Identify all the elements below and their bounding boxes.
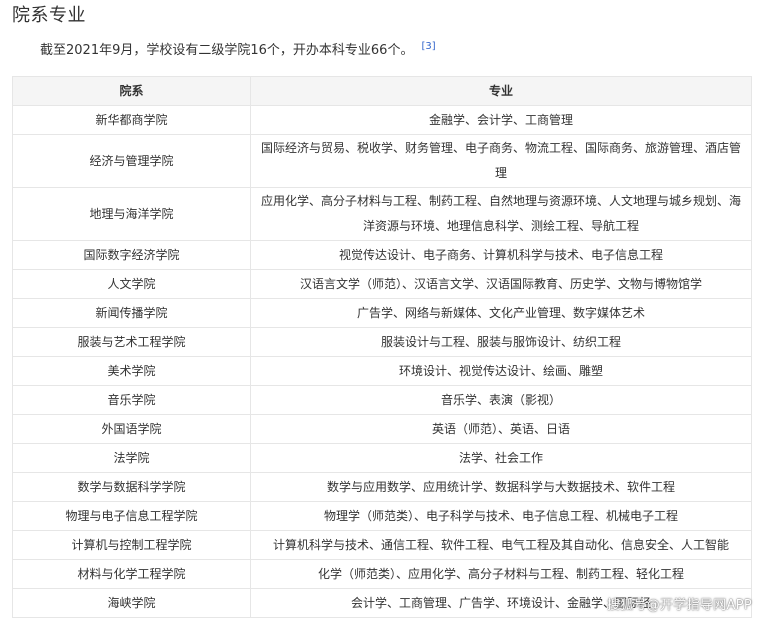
college-cell: 外国语学院 [12,414,251,444]
college-cell: 美术学院 [12,356,251,386]
table-row: 新华都商学院 金融学、会计学、工商管理 [12,105,752,135]
majors-cell: 应用化学、高分子材料与工程、制药工程、自然地理与资源环境、人文地理与城乡规划、海… [250,187,752,241]
college-cell: 数学与数据科学学院 [12,472,251,502]
table-row: 外国语学院 英语（师范）、英语、日语 [12,414,752,444]
majors-cell: 物理学（师范类）、电子科学与技术、电子信息工程、机械电子工程 [250,501,752,531]
majors-cell: 汉语言文学（师范）、汉语言文学、汉语国际教育、历史学、文物与博物馆学 [250,269,752,299]
intro-text: 截至2021年9月，学校设有二级学院16个，开办本科专业66个。 [40,43,414,58]
table-row: 新闻传播学院 广告学、网络与新媒体、文化产业管理、数字媒体艺术 [12,298,752,328]
college-cell: 物理与电子信息工程学院 [12,501,251,531]
college-cell: 国际数字经济学院 [12,240,251,270]
table-row: 音乐学院 音乐学、表演（影视） [12,385,752,415]
majors-cell: 国际经济与贸易、税收学、财务管理、电子商务、物流工程、国际商务、旅游管理、酒店管… [250,134,752,188]
column-header-majors: 专业 [250,76,752,106]
majors-cell: 数学与应用数学、应用统计学、数据科学与大数据技术、软件工程 [250,472,752,502]
majors-cell: 英语（师范）、英语、日语 [250,414,752,444]
college-cell: 新闻传播学院 [12,298,251,328]
majors-table: 院系 专业 新华都商学院 金融学、会计学、工商管理 经济与管理学院 国际经济与贸… [12,76,752,618]
majors-cell: 环境设计、视觉传达设计、绘画、雕塑 [250,356,752,386]
table-row: 数学与数据科学学院 数学与应用数学、应用统计学、数据科学与大数据技术、软件工程 [12,472,752,502]
majors-cell: 化学（师范类）、应用化学、高分子材料与工程、制药工程、轻化工程 [250,559,752,589]
majors-cell: 计算机科学与技术、通信工程、软件工程、电气工程及其自动化、信息安全、人工智能 [250,530,752,560]
college-cell: 地理与海洋学院 [12,187,251,241]
table-row: 材料与化学工程学院 化学（师范类）、应用化学、高分子材料与工程、制药工程、轻化工… [12,559,752,589]
college-cell: 服装与艺术工程学院 [12,327,251,357]
table-row: 地理与海洋学院 应用化学、高分子材料与工程、制药工程、自然地理与资源环境、人文地… [12,187,752,241]
table-row: 人文学院 汉语言文学（师范）、汉语言文学、汉语国际教育、历史学、文物与博物馆学 [12,269,752,299]
majors-cell: 服装设计与工程、服装与服饰设计、纺织工程 [250,327,752,357]
citation-link[interactable]: [3] [421,41,435,52]
table-row: 计算机与控制工程学院 计算机科学与技术、通信工程、软件工程、电气工程及其自动化、… [12,530,752,560]
college-cell: 材料与化学工程学院 [12,559,251,589]
table-row: 美术学院 环境设计、视觉传达设计、绘画、雕塑 [12,356,752,386]
section-heading: 院系专业 [12,5,86,26]
majors-cell: 音乐学、表演（影视） [250,385,752,415]
college-cell: 海峡学院 [12,588,251,618]
college-cell: 人文学院 [12,269,251,299]
table-row: 经济与管理学院 国际经济与贸易、税收学、财务管理、电子商务、物流工程、国际商务、… [12,134,752,188]
college-cell: 计算机与控制工程学院 [12,530,251,560]
college-cell: 经济与管理学院 [12,134,251,188]
table-row: 法学院 法学、社会工作 [12,443,752,473]
college-cell: 法学院 [12,443,251,473]
college-cell: 音乐学院 [12,385,251,415]
table-row: 服装与艺术工程学院 服装设计与工程、服装与服饰设计、纺织工程 [12,327,752,357]
majors-cell: 法学、社会工作 [250,443,752,473]
majors-cell: 金融学、会计学、工商管理 [250,105,752,135]
college-cell: 新华都商学院 [12,105,251,135]
intro-paragraph: 截至2021年9月，学校设有二级学院16个，开办本科专业66个。 [3] [40,37,436,61]
majors-cell: 视觉传达设计、电子商务、计算机科学与技术、电子信息工程 [250,240,752,270]
table-header-row: 院系 专业 [12,76,752,106]
majors-cell: 广告学、网络与新媒体、文化产业管理、数字媒体艺术 [250,298,752,328]
column-header-college: 院系 [12,76,251,106]
table-row: 物理与电子信息工程学院 物理学（师范类）、电子科学与技术、电子信息工程、机械电子… [12,501,752,531]
watermark-text: 搜狐号@开学指导网APP [606,598,752,613]
table-row: 国际数字经济学院 视觉传达设计、电子商务、计算机科学与技术、电子信息工程 [12,240,752,270]
